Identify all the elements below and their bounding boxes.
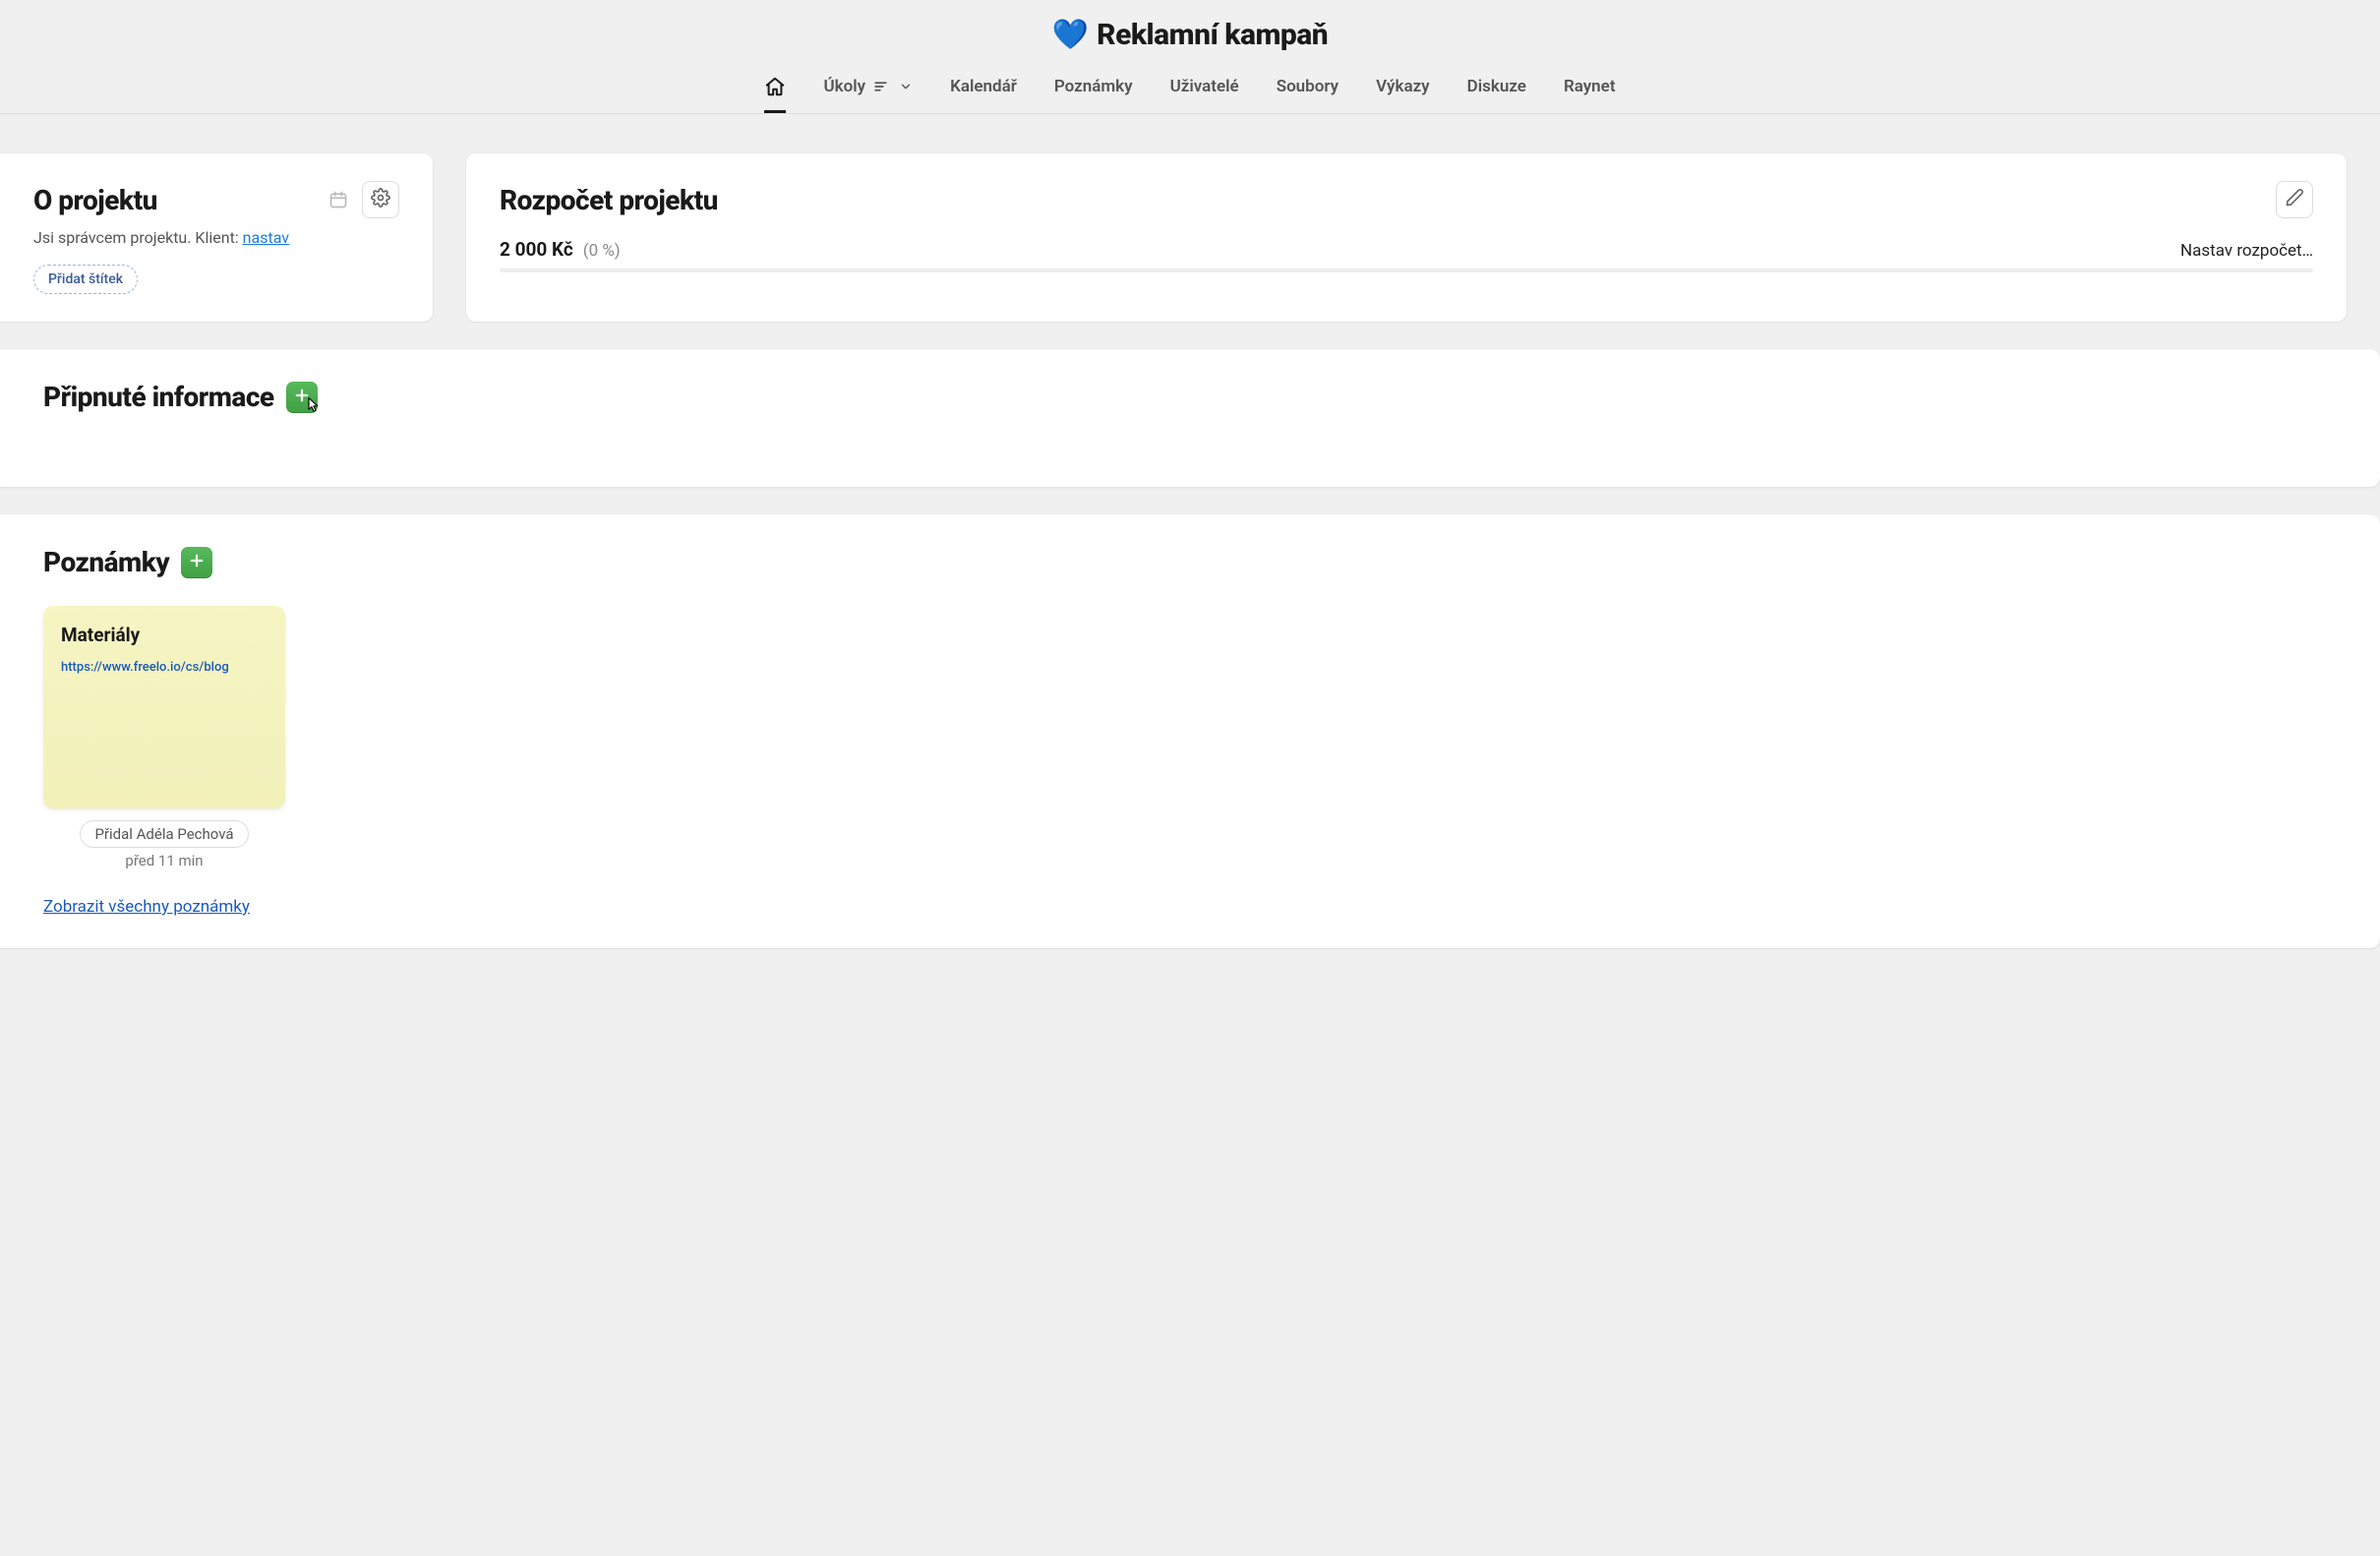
tab-files[interactable]: Soubory (1277, 62, 1339, 113)
edit-budget-button[interactable] (2276, 181, 2313, 218)
about-card: O projektu Jsi správcem projektu. Klient… (0, 153, 433, 322)
plus-icon (188, 552, 206, 573)
tabs: Úkoly Kalendář Poznámky Uživatelé Soubor… (0, 62, 2380, 113)
tab-tasks-label: Úkoly (823, 77, 865, 96)
calendar-icon[interactable] (328, 190, 348, 209)
note-title: Materiály (61, 624, 268, 646)
add-tag-button[interactable]: Přidat štítek (33, 265, 138, 294)
budget-title: Rozpočet projektu (500, 184, 718, 216)
about-subtitle: Jsi správcem projektu. Klient: nastav (33, 228, 399, 247)
tab-calendar[interactable]: Kalendář (950, 62, 1017, 113)
header: 💙 Reklamní kampaň Úkoly Kalendář Poznámk… (0, 0, 2380, 114)
client-set-link[interactable]: nastav (243, 228, 289, 247)
tab-reports[interactable]: Výkazy (1376, 62, 1430, 113)
row-top: O projektu Jsi správcem projektu. Klient… (0, 153, 2380, 322)
note-time: před 11 min (43, 852, 285, 869)
title-bar: 💙 Reklamní kampaň (0, 0, 2380, 62)
note-link[interactable]: https://www.freelo.io/cs/blog (61, 660, 229, 675)
project-title: Reklamní kampaň (1097, 18, 1328, 52)
tab-tasks[interactable]: Úkoly (823, 62, 913, 113)
set-budget-link[interactable]: Nastav rozpočet… (2180, 241, 2313, 261)
tab-raynet[interactable]: Raynet (1564, 62, 1616, 113)
tab-users[interactable]: Uživatelé (1170, 62, 1239, 113)
budget-card: Rozpočet projektu 2 000 Kč (0 %) Nastav … (466, 153, 2347, 322)
note-meta: Přidal Adéla Pechová před 11 min (43, 820, 285, 869)
show-all-notes-link[interactable]: Zobrazit všechny poznámky (43, 897, 250, 917)
plus-icon (293, 387, 311, 408)
home-icon (764, 76, 786, 97)
notes-grid: Materiály https://www.freelo.io/cs/blog … (43, 606, 2337, 869)
pinned-card: Připnuté informace (0, 349, 2380, 487)
note-item[interactable]: Materiály https://www.freelo.io/cs/blog (43, 606, 285, 808)
add-note-button[interactable] (181, 547, 212, 578)
pencil-icon (2285, 188, 2304, 211)
tab-home[interactable] (764, 62, 786, 113)
notes-title: Poznámky (43, 546, 169, 578)
chevron-down-icon (899, 80, 913, 93)
settings-button[interactable] (362, 181, 399, 218)
budget-percent: (0 %) (583, 241, 621, 261)
filter-icon (873, 78, 891, 95)
budget-amount: 2 000 Kč (500, 238, 573, 261)
pinned-title: Připnuté informace (43, 381, 274, 413)
tab-notes[interactable]: Poznámky (1054, 62, 1133, 113)
notes-card: Poznámky Materiály https://www.freelo.io… (0, 514, 2380, 948)
gear-icon (371, 188, 390, 211)
note-author: Přidal Adéla Pechová (80, 820, 248, 848)
add-pinned-button[interactable] (286, 382, 318, 413)
about-title: O projektu (33, 184, 157, 216)
heart-icon: 💙 (1052, 18, 1089, 52)
content: O projektu Jsi správcem projektu. Klient… (0, 114, 2380, 1015)
tab-discussion[interactable]: Diskuze (1467, 62, 1526, 113)
budget-progress-bar (500, 269, 2313, 272)
